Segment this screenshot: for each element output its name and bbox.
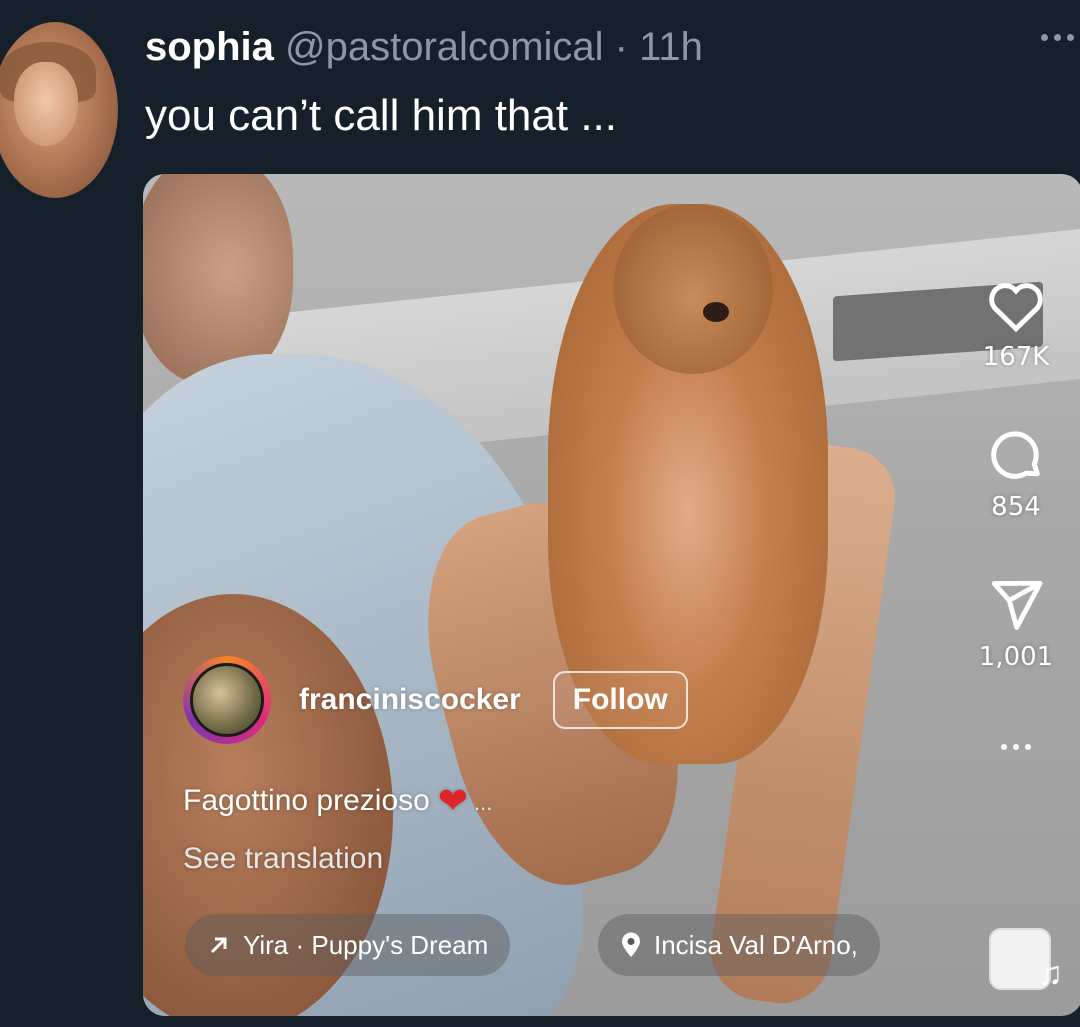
more-dot — [1054, 34, 1061, 41]
audio-title: Yira · Puppy's Dream — [243, 929, 489, 960]
puppy-head — [613, 204, 773, 374]
location-pin-icon — [622, 932, 640, 957]
reel-owner: franciniscocker Follow — [183, 656, 688, 744]
see-translation-link[interactable]: See translation — [183, 842, 383, 876]
arrow-up-right-icon — [210, 937, 227, 954]
caption-text: Fagottino prezioso — [183, 784, 430, 817]
profile-avatar[interactable] — [0, 22, 118, 198]
more-dot — [1025, 744, 1031, 750]
avatar-face — [14, 62, 78, 146]
tweet: sophia @pastoralcomical · 11h you can’t … — [0, 0, 1080, 1027]
music-note-icon: ♫ — [1037, 955, 1064, 993]
audio-chip[interactable]: Yira · Puppy's Dream — [185, 914, 511, 976]
reel-caption: Fagottino prezioso ❤... — [183, 780, 492, 822]
user-handle[interactable]: @pastoralcomical — [285, 25, 604, 69]
location-chip[interactable]: Incisa Val D'Arno, — [598, 914, 880, 976]
display-name[interactable]: sophia — [145, 25, 274, 69]
puppy-nose — [703, 302, 729, 322]
embedded-reel-screenshot[interactable]: 167K 854 1,001 franciniscocker Follow Fa… — [143, 174, 1080, 1016]
tweet-header: sophia @pastoralcomical · 11h — [145, 24, 703, 70]
follow-button[interactable]: Follow — [552, 671, 688, 729]
owner-username[interactable]: franciniscocker — [299, 683, 521, 717]
location-name: Incisa Val D'Arno, — [654, 929, 858, 960]
timestamp[interactable]: 11h — [639, 25, 703, 69]
send-icon[interactable] — [985, 574, 1047, 636]
more-dot — [1013, 744, 1019, 750]
more-dot — [1001, 744, 1007, 750]
red-heart-emoji: ❤ — [437, 780, 468, 821]
tweet-text: you can’t call him that ... — [145, 91, 617, 140]
comment-icon[interactable] — [985, 424, 1047, 486]
owner-avatar[interactable] — [183, 656, 271, 744]
caption-more[interactable]: ... — [474, 790, 492, 815]
separator-dot: · — [614, 25, 628, 69]
reel-actions: 167K 854 1,001 — [971, 274, 1061, 750]
more-options-icon[interactable] — [1001, 744, 1031, 750]
more-dot — [1067, 34, 1074, 41]
owner-avatar-image — [190, 663, 264, 737]
heart-icon[interactable] — [985, 274, 1047, 336]
share-count: 1,001 — [978, 642, 1054, 672]
like-count: 167K — [982, 342, 1050, 372]
comment-count: 854 — [991, 492, 1041, 522]
person-head — [143, 174, 293, 384]
more-dot — [1041, 34, 1048, 41]
more-horizontal-icon[interactable] — [1041, 34, 1074, 41]
